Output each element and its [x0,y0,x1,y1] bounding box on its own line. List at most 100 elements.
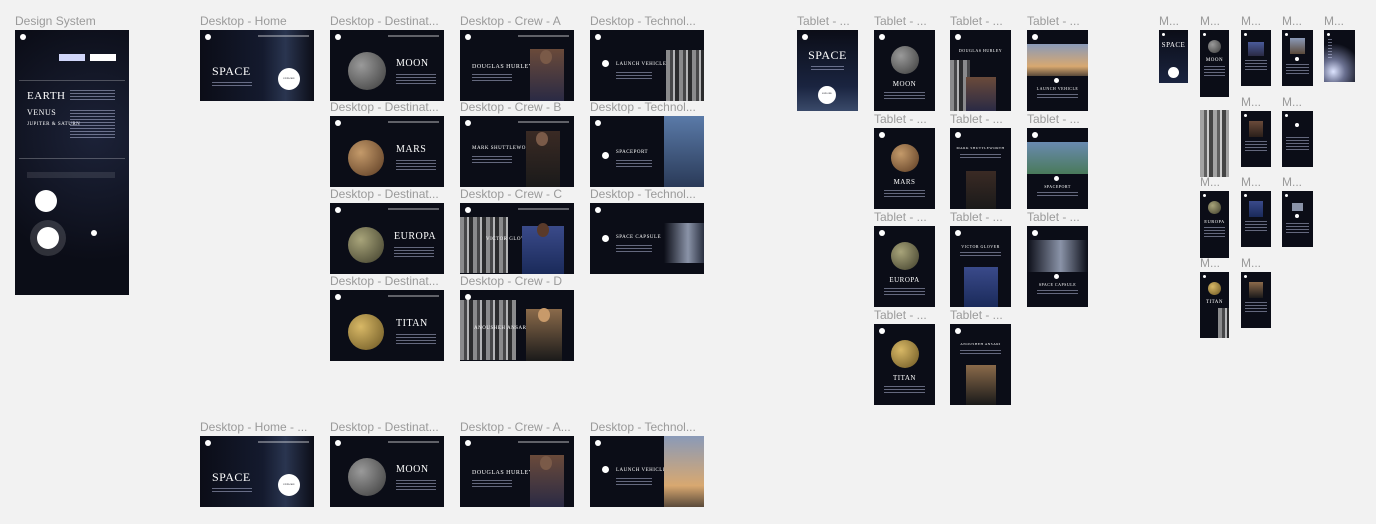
logo-icon [955,132,961,138]
planet-image [348,140,384,176]
image-placeholder [1200,110,1229,177]
planet-image [348,52,386,90]
crew-name: ANOUSHEH ANSARI [474,326,529,331]
frame-canvas: SPACE CAPSULE [590,203,704,274]
frame-tablet-titan[interactable]: Tablet - ... TITAN [874,308,935,405]
frame-label: Desktop - Technol... [590,14,696,28]
image-placeholder [460,217,508,273]
tech-text [616,72,652,80]
frame-canvas: EUROPA [1200,191,1229,258]
frame-tablet-europa[interactable]: Tablet - ... EUROPA [874,210,935,307]
section-divider [19,158,125,159]
frame-crew-a[interactable]: Desktop - Crew - A DOUGLAS HURLEY [460,14,574,101]
frame-design-system[interactable]: Design System EARTH VENUS JUPITER & SATU… [15,14,129,295]
logo-icon [465,120,471,126]
frame-crew-b[interactable]: Desktop - Crew - B MARK SHUTTLEWORTH [460,100,574,187]
frame-mobile-europa[interactable]: M... EUROPA [1200,175,1229,258]
frame-crew-d[interactable]: Desktop - Crew - D ANOUSHEH ANSARI [460,274,574,361]
frame-mobile-tech-c[interactable]: M... [1282,175,1313,247]
logo-icon [1032,230,1038,236]
frame-destination-titan[interactable]: Desktop - Destinat... TITAN [330,274,444,361]
nav-bar [517,208,569,210]
frame-mobile-crew-c[interactable]: M... [1241,175,1271,247]
frame-label: Desktop - Technol... [590,420,696,434]
frame-tech-spaceport[interactable]: Desktop - Technol... SPACEPORT [590,100,704,187]
tech-text [1037,94,1078,100]
frame-mobile-crew-d[interactable]: M... [1241,256,1271,328]
frame-desktop-home[interactable]: Desktop - Home SPACE EXPLORE [200,14,314,101]
logo-icon [879,328,885,334]
frame-label: M... [1282,95,1302,109]
frame-mobile-crew-a[interactable]: M... [1241,14,1271,86]
frame-mobile-crew-b[interactable]: M... [1241,95,1271,167]
color-swatch-white [90,54,116,61]
frame-destination-europa[interactable]: Desktop - Destinat... EUROPA [330,187,444,274]
crew-name: VICTOR GLOVER [961,244,1000,249]
logo-icon [1032,34,1038,40]
frame-destination-mars[interactable]: Desktop - Destinat... MARS [330,100,444,187]
logo-icon [595,440,601,446]
frame-tablet-crew-a[interactable]: Tablet - ... DOUGLAS HURLEY [950,14,1011,111]
frame-tablet-tech-launch[interactable]: Tablet - ... LAUNCH VEHICLE [1027,14,1088,111]
frame-tech-launch-vehicle[interactable]: Desktop - Technol... LAUNCH VEHICLE [590,14,704,101]
frame-tablet-moon[interactable]: Tablet - ... MOON [874,14,935,111]
destination-name: EUROPA [1204,219,1225,224]
frame-mobile-extra[interactable]: M... [1324,14,1355,82]
frame-tablet-crew-d[interactable]: Tablet - ... ANOUSHEH ANSARI [950,308,1011,405]
planet-image [348,314,384,350]
frame-mobile-moon[interactable]: M... MOON [1200,14,1229,97]
frame-tablet-tech-capsule[interactable]: Tablet - ... SPACE CAPSULE [1027,210,1088,307]
frame-mobile-home[interactable]: M... SPACE [1159,14,1188,83]
frame-mobile-tech-a[interactable]: M... [1282,14,1313,86]
frame-tablet-mars[interactable]: Tablet - ... MARS [874,112,935,209]
frame-crew-c[interactable]: Desktop - Crew - C VICTOR GLOVER [460,187,574,274]
crew-name: DOUGLAS HURLEY [472,470,534,476]
frame-label: M... [1200,256,1220,270]
frame-canvas: SPACE CAPSULE [1027,226,1088,307]
hero-title: SPACE [212,470,251,484]
frame-mobile-titan[interactable]: M... TITAN [1200,256,1229,338]
frame-tech-space-capsule[interactable]: Desktop - Technol... SPACE CAPSULE [590,187,704,274]
tech-image [664,436,704,507]
destination-name: EUROPA [889,276,920,284]
frame-mobile-tech-b[interactable]: M... [1282,95,1313,167]
frame-destination-moon[interactable]: Desktop - Destinat... MOON [330,14,444,101]
tech-text [616,245,652,253]
frame-tablet-home[interactable]: Tablet - ... SPACE EXPLORE [797,14,858,111]
frame-canvas: VICTOR GLOVER [950,226,1011,307]
destination-name: MARS [893,178,916,186]
crew-bio [472,156,512,164]
frame-crew-a-alt[interactable]: Desktop - Crew - A... DOUGLAS HURLEY [460,420,574,507]
nav-bar [517,441,569,443]
frame-canvas: LAUNCH VEHICLE [1027,30,1088,111]
frame-canvas [1282,191,1313,247]
logo-icon [1285,33,1288,36]
frame-label: Desktop - Crew - D [460,274,563,288]
destination-name: TITAN [1205,300,1224,305]
frame-tablet-crew-c[interactable]: Tablet - ... VICTOR GLOVER [950,210,1011,307]
logo-icon [465,207,471,213]
frame-canvas: SPACE EXPLORE [200,436,314,507]
destination-text [884,386,925,394]
frame-label: Desktop - Destinat... [330,274,439,288]
frame-tablet-crew-b[interactable]: Tablet - ... MARK SHUTTLEWORTH [950,112,1011,209]
explore-button: EXPLORE [278,68,300,90]
frame-label: Tablet - ... [874,308,927,322]
frame-tablet-tech-spaceport[interactable]: Tablet - ... SPACEPORT [1027,112,1088,209]
frame-desktop-home-alt[interactable]: Desktop - Home - ... SPACE EXPLORE [200,420,314,507]
tech-step-active [1295,214,1299,218]
mobile-text [1328,39,1332,59]
tech-step-active [1295,57,1299,61]
planet-image [1208,201,1221,214]
frame-mobile-placeholder[interactable] [1200,110,1229,177]
frame-canvas: EUROPA [874,226,935,307]
logo-icon [955,328,961,334]
crew-name: MARK SHUTTLEWORTH [956,146,1005,150]
crew-photo [1249,121,1263,137]
frame-canvas: MARS [330,116,444,187]
destination-text [884,190,925,198]
frame-tech-launch-vehicle-alt[interactable]: Desktop - Technol... LAUNCH VEHICLE [590,420,704,507]
frame-canvas: SPACE [1159,30,1188,83]
planet-image [891,144,919,172]
frame-destination-moon-alt[interactable]: Desktop - Destinat... MOON [330,420,444,507]
